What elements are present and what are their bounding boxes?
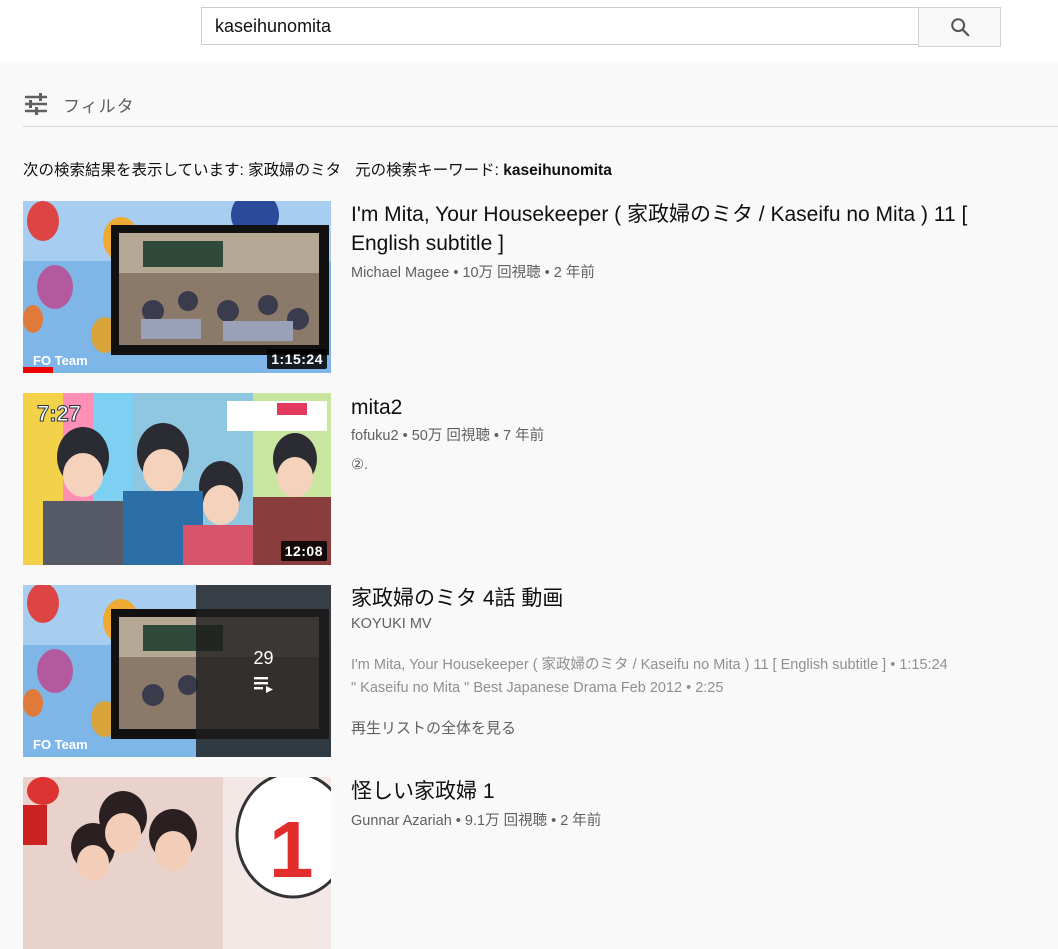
original-prefix: 元の検索キーワード: xyxy=(355,162,504,179)
playlist-icon xyxy=(253,676,273,693)
playlist-title[interactable]: 家政婦のミタ 4話 動画 xyxy=(351,584,1041,613)
video-title[interactable]: mita2 xyxy=(351,393,1041,422)
playlist-count: 29 xyxy=(253,647,274,668)
thumb-overlay-text: FO Team xyxy=(33,737,88,752)
thumbnail-image: 1 xyxy=(23,777,331,949)
video-meta: fofuku2 • 50万 回視聴 • 7 年前 xyxy=(351,428,545,444)
view-full-playlist-link[interactable]: 再生リストの全体を見る xyxy=(351,717,516,738)
video-thumbnail[interactable]: 1 xyxy=(23,777,331,949)
duration-badge: 12:08 xyxy=(280,541,327,561)
filter-label: フィルタ xyxy=(63,96,135,116)
corrected-query-link[interactable]: 家政婦のミタ xyxy=(248,162,341,179)
thumb-overlay-text: 1 xyxy=(269,805,314,894)
thumb-overlay-text: FO Team xyxy=(33,353,88,368)
search-button[interactable] xyxy=(918,7,1001,47)
playlist-item[interactable]: I'm Mita, Your Housekeeper ( 家政婦のミタ / Ka… xyxy=(351,653,948,674)
video-thumbnail[interactable]: 7:27 12:08 xyxy=(23,393,331,565)
video-title[interactable]: I'm Mita, Your Housekeeper ( 家政婦のミタ / Ka… xyxy=(351,200,1041,258)
thumb-overlay-text: 7:27 xyxy=(37,401,81,426)
video-meta: Gunnar Azariah • 9.1万 回視聴 • 2 年前 xyxy=(351,813,602,829)
playlist-item[interactable]: " Kaseifu no Mita " Best Japanese Drama … xyxy=(351,680,723,696)
showing-prefix: 次の検索結果を表示しています: xyxy=(23,162,249,179)
spell-correction-notice: 次の検索結果を表示しています: 家政婦のミタ 元の検索キーワード: kaseihu… xyxy=(23,158,612,180)
duration-badge: 1:15:24 xyxy=(267,349,327,369)
thumbnail-image: 7:27 xyxy=(23,393,331,565)
search-icon xyxy=(950,18,969,37)
video-thumbnail[interactable]: FO Team 1:15:24 xyxy=(23,201,331,373)
playlist-channel[interactable]: KOYUKI MV xyxy=(351,616,432,632)
thumbnail-image: FO Team xyxy=(23,201,331,373)
video-description: ②. xyxy=(351,457,369,473)
top-bar xyxy=(0,0,1058,62)
sliders-icon xyxy=(25,93,47,115)
filter-button[interactable]: フィルタ xyxy=(23,84,135,124)
playlist-count-overlay[interactable]: 29 xyxy=(196,585,331,757)
original-query-link[interactable]: kaseihunomita xyxy=(503,162,612,179)
video-title[interactable]: 怪しい家政婦 1 xyxy=(351,777,1041,806)
search-input[interactable] xyxy=(201,7,918,45)
divider xyxy=(23,126,1058,127)
video-meta: Michael Magee • 10万 回視聴 • 2 年前 xyxy=(351,265,595,281)
